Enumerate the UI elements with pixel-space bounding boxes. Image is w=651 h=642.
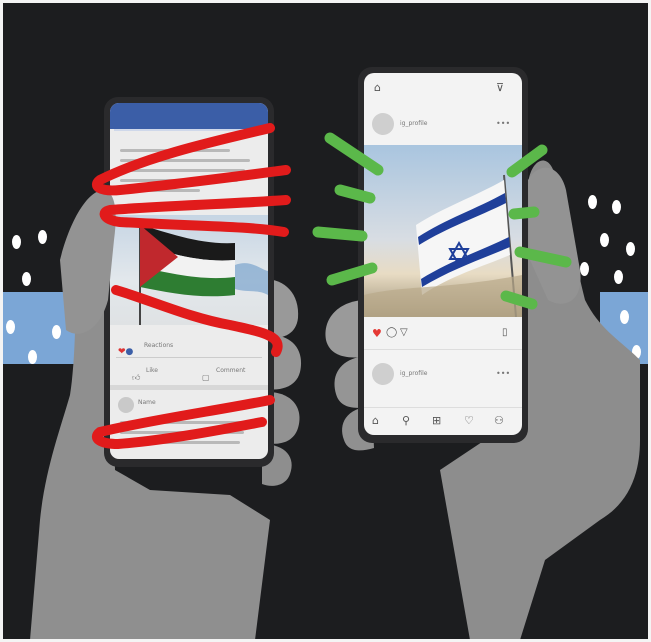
green-burst-image — [312, 132, 572, 310]
illustration: ❤● Reactions 👍︎ Like ▢ Comment Name ⌂ ⊽ … — [0, 0, 651, 642]
